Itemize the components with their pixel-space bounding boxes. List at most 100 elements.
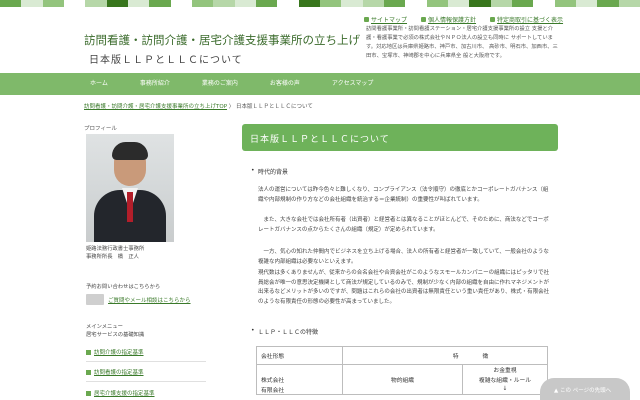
table-row: 株式会社 物的組織 複雑な組織・ルール (256, 374, 548, 385)
stripe-segment (170, 0, 192, 7)
table-row: 有限会社 ↓ (256, 384, 548, 395)
menu-divider (86, 381, 206, 382)
stripe-segment (490, 0, 512, 7)
stripe-segment (255, 0, 278, 7)
stripe-segment (618, 0, 640, 7)
commerce-law-link[interactable]: 特定商取引に基づく表示 (490, 15, 563, 24)
stripe-segment (63, 0, 86, 7)
privacy-link-label: 個人情報保護方針 (428, 17, 477, 24)
table-row: お金重視 (256, 364, 548, 375)
profile-heading: プロフィール (84, 126, 117, 132)
stripe-segment (85, 0, 107, 7)
stripe-segment (0, 0, 22, 7)
table-cell (256, 364, 343, 375)
stripe-segment (597, 0, 619, 7)
section-bullet-llp-llc: ＬＬＰ・ＬＬＣの特徴 (251, 327, 318, 336)
table-cell (342, 384, 463, 395)
stripe-segment (554, 0, 576, 7)
nav-testimonials[interactable]: お客様の声 (254, 73, 316, 95)
stripe-segment (277, 0, 299, 7)
nav-access-map[interactable]: アクセスマップ (316, 73, 390, 95)
table-header-cell: 特 (342, 346, 463, 365)
stripe-segment (405, 0, 427, 7)
table-cell: 物的組織 (342, 374, 463, 385)
stripe-segment (42, 0, 64, 7)
stripe-segment (127, 0, 150, 7)
page-title: 日本版ＬＬＰとＬＬＣについて (250, 135, 390, 145)
stripe-segment (21, 0, 43, 7)
table-header-row: 会社形態 特 徴 (256, 346, 548, 365)
sitemap-link[interactable]: サイトマップ (364, 15, 407, 24)
table-cell: お金重視 (462, 364, 548, 375)
breadcrumb-current: 日本版ＬＬＰとＬＬＣについて (236, 104, 313, 110)
scroll-to-top-button[interactable]: ▲ この ページの先頭へ (540, 378, 630, 400)
menu-item-label[interactable]: 訪問看護の指定基準 (94, 370, 144, 376)
stripe-segment (447, 0, 470, 7)
stripe-segment (298, 0, 320, 7)
paragraph-large-company: また、大きな会社では会社所有者（出資者）と経営者とは異なることがほとんどで、その… (258, 217, 549, 233)
breadcrumb-separator: 〉 (228, 104, 235, 110)
table-cell (342, 364, 463, 375)
nav-services[interactable]: 業務のご案内 (186, 73, 254, 95)
menu-bullet-icon (86, 370, 91, 375)
main-menu-heading: メインメニュー 居宅サービスの基礎知識 (86, 323, 144, 339)
menu-item-home-care-standard[interactable]: 訪問介護の指定基準 (86, 348, 206, 356)
stripe-segment (149, 0, 171, 7)
office-name: 姫路法務行政書士事務所 (86, 246, 145, 252)
table-cell: 有限会社 (256, 384, 343, 395)
site-description: 訪問看護事業所・訪問看護ステーション・居宅介護支援事業所の設立 支援と介護・看護… (366, 26, 558, 59)
mail-envelope-icon (86, 294, 104, 305)
contact-heading: 予約お問い合わせはこちらから (86, 284, 161, 290)
profile-photo (86, 134, 174, 242)
paragraph-small-business: 一方、気心の知れた仲間内でビジネスを立ち上げる場合、法人の所有者と経営者が一致し… (258, 249, 549, 265)
section-bullet-background: 時代的背景 (251, 167, 288, 176)
menu-item-label[interactable]: 居宅介護支援の指定基準 (94, 391, 155, 397)
paragraph-compliance: 法人の運営については昨今色々と難しくなり、コンプライアンス（法令順守）の徹底とか… (258, 187, 549, 203)
menu-item-care-support-standard[interactable]: 居宅介護支援の指定基準 (86, 389, 206, 397)
breadcrumb-home-link[interactable]: 訪問看護・訪問介護・居宅介護支援事業所の立ち上げTOP (84, 104, 227, 110)
menu-item-nursing-standard[interactable]: 訪問看護の指定基準 (86, 368, 206, 376)
stripe-segment (191, 0, 214, 7)
sitemap-link-label: サイトマップ (371, 17, 408, 24)
nav-home[interactable]: ホーム (78, 73, 124, 95)
menu-item-label[interactable]: 訪問介護の指定基準 (94, 350, 144, 356)
stripe-segment (383, 0, 406, 7)
menu-heading-label: メインメニュー (86, 324, 123, 330)
site-title[interactable]: 訪問看護・訪問介護・居宅介護支援事業所の立ち上げ (84, 32, 360, 48)
stripe-segment (362, 0, 384, 7)
company-type-table: 会社形態 特 徴 お金重視 株式会社 物的組織 複雑な組織・ルール 有限会社 ↓ (256, 346, 548, 395)
link-arrow-icon (490, 17, 496, 22)
top-color-stripe (0, 0, 640, 7)
commerce-link-label: 特定商取引に基づく表示 (497, 17, 564, 24)
link-arrow-icon (421, 17, 427, 22)
table-cell: 株式会社 (256, 374, 343, 385)
site-header: 訪問看護・訪問介護・居宅介護支援事業所の立ち上げ 日本版ＬＬＰとＬＬＣについて … (0, 7, 640, 73)
stripe-segment (234, 0, 256, 7)
photo-caption: 姫路法務行政書士事務所 事務所所長 橋 正人 (86, 245, 144, 261)
breadcrumb: 訪問看護・訪問介護・居宅介護支援事業所の立ち上げTOP 〉 日本版ＬＬＰとＬＬＣ… (84, 102, 313, 110)
privacy-policy-link[interactable]: 個人情報保護方針 (421, 15, 476, 24)
table-header-cell: 徴 (462, 346, 548, 365)
menu-bullet-icon (86, 391, 91, 396)
link-arrow-icon (364, 17, 369, 22)
table-cell: 複雑な組織・ルール (462, 374, 548, 385)
stripe-segment (106, 0, 128, 7)
sidebar: プロフィール 姫路法務行政書士事務所 事務所所長 橋 正人 予約お問い合わせはこ… (84, 124, 210, 397)
utility-links: サイトマップ 個人情報保護方針 特定商取引に基づく表示 (364, 15, 563, 24)
stripe-segment (575, 0, 598, 7)
stripe-segment (319, 0, 342, 7)
contact-mail-link[interactable]: ご質問やメール相談はこちらから (108, 296, 191, 304)
stripe-segment (511, 0, 534, 7)
menu-subheading-label: 居宅サービスの基礎知識 (86, 332, 145, 338)
stripe-segment (213, 0, 235, 7)
contact-mail-row: ご質問やメール相談はこちらから (86, 294, 191, 305)
site-subtitle: 日本版ＬＬＰとＬＬＣについて (89, 55, 243, 66)
stripe-segment (341, 0, 363, 7)
stripe-segment (533, 0, 555, 7)
global-nav: ホーム 事務所紹介 業務のご案内 お客様の声 アクセスマップ (0, 73, 640, 95)
menu-bullet-icon (86, 350, 91, 355)
table-header-cell: 会社形態 (256, 346, 343, 365)
nav-office-intro[interactable]: 事務所紹介 (124, 73, 186, 95)
director-name: 事務所所長 橋 正人 (86, 254, 139, 260)
paragraph-partnership: 現代数は多くありませんが、従来からの合名会社や合資会社がこのようなスモールカンパ… (258, 270, 550, 305)
